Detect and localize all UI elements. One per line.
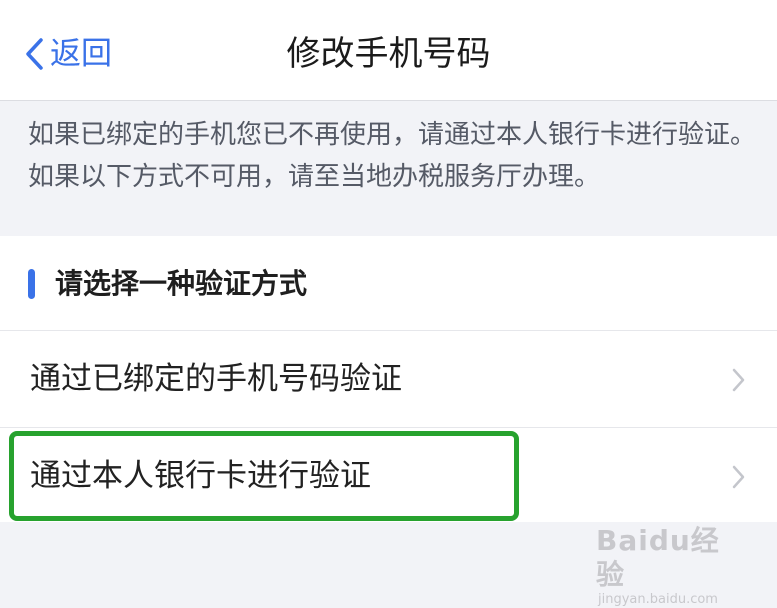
section-accent-bar (28, 269, 35, 299)
option-label: 通过已绑定的手机号码验证 (30, 361, 402, 397)
watermark-logo: Baidu经验 (596, 524, 720, 591)
page-title: 修改手机号码 (286, 34, 491, 74)
notice-text: 如果已绑定的手机您已不再使用，请通过本人银行卡进行验证。如果以下方式不可用，请至… (28, 120, 757, 192)
section-header: 请选择一种验证方式 (0, 236, 777, 331)
chevron-right-icon (731, 367, 745, 393)
option-verify-by-bound-phone[interactable]: 通过已绑定的手机号码验证 (0, 331, 777, 428)
watermark-url: jingyan.baidu.com (598, 592, 718, 607)
highlight-box (9, 431, 519, 521)
navigation-bar: 返回 修改手机号码 (0, 0, 777, 101)
baidu-watermark: Baidu经验 jingyan.baidu.com (596, 524, 746, 608)
section-title: 请选择一种验证方式 (55, 267, 308, 300)
chevron-right-icon (731, 464, 745, 490)
